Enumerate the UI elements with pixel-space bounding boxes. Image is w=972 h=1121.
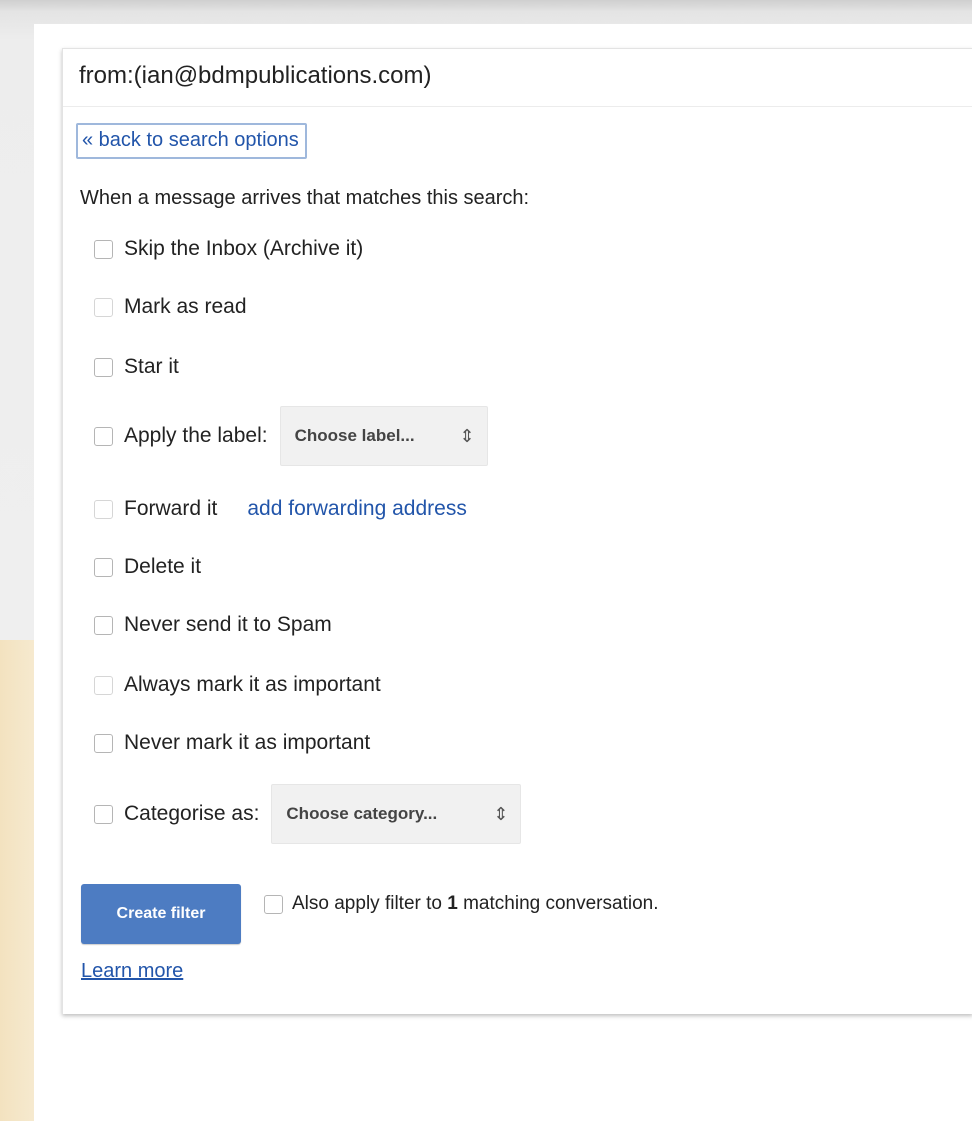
option-never-spam[interactable]: Never send it to Spam xyxy=(94,608,332,642)
apply-label-checkbox[interactable] xyxy=(94,426,113,446)
skip-inbox-checkbox[interactable] xyxy=(94,239,113,259)
star-it-checkbox[interactable] xyxy=(94,357,113,377)
option-star-it[interactable]: Star it xyxy=(94,350,179,384)
forward-it-label: Forward it xyxy=(124,497,218,520)
apply-label-label: Apply the label: xyxy=(124,424,268,447)
updown-arrows-icon: ⇕ xyxy=(493,803,509,824)
categorise-checkbox[interactable] xyxy=(94,804,113,824)
apply-to-matching-checkbox[interactable] xyxy=(264,894,283,914)
option-categorise[interactable]: Categorise as: Choose category... ⇕ xyxy=(94,784,522,844)
back-to-search-options-link[interactable]: « back to search options xyxy=(76,123,307,159)
apply-to-matching-prefix: Also apply filter to xyxy=(292,893,448,914)
mark-as-read-label: Mark as read xyxy=(124,295,247,318)
category-select-value: Choose category... xyxy=(286,804,438,823)
option-skip-inbox[interactable]: Skip the Inbox (Archive it) xyxy=(94,232,363,266)
forward-it-checkbox[interactable] xyxy=(94,499,113,519)
option-mark-as-read[interactable]: Mark as read xyxy=(94,290,247,324)
apply-to-matching-suffix: matching conversation. xyxy=(457,893,659,914)
learn-more-link[interactable]: Learn more xyxy=(81,960,183,983)
create-filter-button[interactable]: Create filter xyxy=(81,884,241,944)
delete-it-checkbox[interactable] xyxy=(94,557,113,577)
always-important-label: Always mark it as important xyxy=(124,673,381,696)
label-select[interactable]: Choose label... ⇕ xyxy=(279,406,488,466)
add-forwarding-address-link[interactable]: add forwarding address xyxy=(247,497,466,521)
category-select[interactable]: Choose category... ⇕ xyxy=(271,784,522,844)
option-always-important[interactable]: Always mark it as important xyxy=(94,668,381,702)
option-never-important[interactable]: Never mark it as important xyxy=(94,726,370,760)
categorise-label: Categorise as: xyxy=(124,802,260,825)
never-important-label: Never mark it as important xyxy=(124,731,371,754)
create-filter-panel: from:(ian@bdmpublications.com) « back to… xyxy=(62,48,972,1014)
option-apply-label[interactable]: Apply the label: Choose label... ⇕ xyxy=(94,406,488,466)
always-important-checkbox[interactable] xyxy=(94,675,113,695)
never-spam-checkbox[interactable] xyxy=(94,615,113,635)
mark-as-read-checkbox[interactable] xyxy=(94,297,113,317)
option-delete-it[interactable]: Delete it xyxy=(94,550,201,584)
label-select-value: Choose label... xyxy=(294,426,415,445)
never-spam-label: Never send it to Spam xyxy=(124,613,332,636)
never-important-checkbox[interactable] xyxy=(94,733,113,753)
filter-intro-text: When a message arrives that matches this… xyxy=(80,187,530,209)
search-query-field[interactable]: from:(ian@bdmpublications.com) xyxy=(63,49,972,107)
matching-count: 1 xyxy=(447,893,458,914)
option-forward-it[interactable]: Forward it add forwarding address xyxy=(94,492,467,526)
star-it-label: Star it xyxy=(124,355,179,378)
apply-to-matching-option[interactable]: Also apply filter to 1 matching conversa… xyxy=(264,893,659,915)
skip-inbox-label: Skip the Inbox (Archive it) xyxy=(124,237,364,260)
delete-it-label: Delete it xyxy=(124,555,202,578)
updown-arrows-icon: ⇕ xyxy=(459,425,475,446)
